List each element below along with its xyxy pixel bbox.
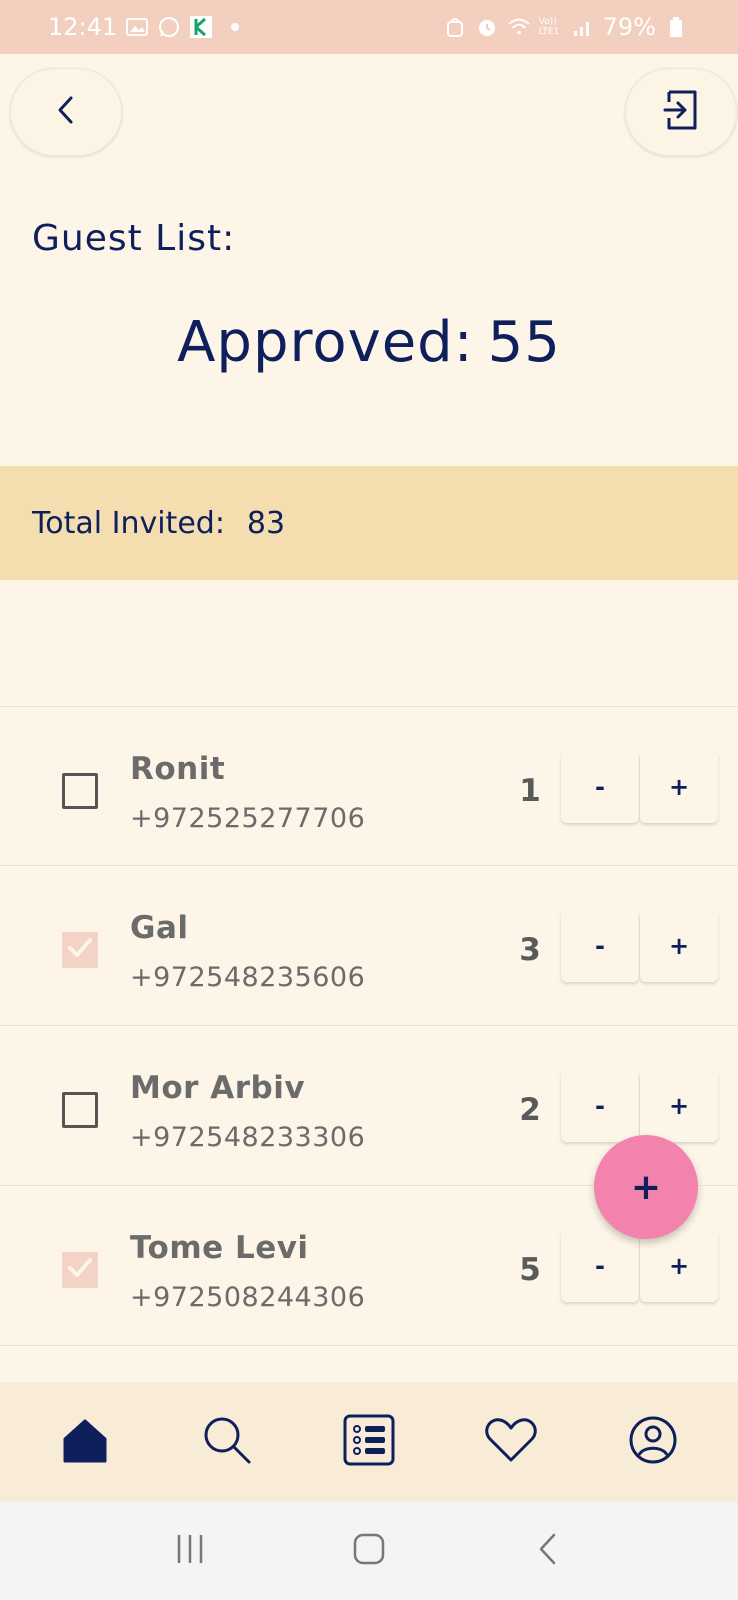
bottom-nav: [0, 1382, 738, 1502]
increment-button[interactable]: +: [640, 1230, 718, 1302]
guest-name: Tome Levi: [130, 1230, 309, 1266]
guest-checkbox[interactable]: [62, 773, 98, 809]
nav-search[interactable]: [192, 1407, 262, 1477]
app-k-icon: [189, 15, 213, 39]
home-icon: [61, 1417, 109, 1467]
nav-profile[interactable]: [618, 1407, 688, 1477]
increment-button[interactable]: +: [640, 1070, 718, 1142]
increment-button[interactable]: +: [640, 910, 718, 982]
total-invited-label: Total Invited:: [32, 505, 225, 541]
guest-phone: +972508244306: [130, 1282, 366, 1313]
whatsapp-icon: [157, 15, 181, 39]
add-guest-button[interactable]: +: [594, 1135, 698, 1239]
approved-label: Approved:: [177, 310, 474, 375]
status-bar: 12:41 Vo)) LTE1 79%: [0, 0, 738, 54]
guest-phone: +972525277706: [130, 803, 366, 834]
profile-icon: [628, 1415, 678, 1469]
nav-favorites[interactable]: [476, 1407, 546, 1477]
guest-count: 5: [519, 1252, 541, 1288]
guest-name: Mor Arbiv: [130, 1070, 306, 1106]
search-icon: [201, 1414, 253, 1470]
list-icon: [343, 1414, 395, 1470]
status-left: 12:41: [48, 13, 240, 41]
gallery-icon: [125, 15, 149, 39]
notification-dot: [231, 23, 240, 31]
recent-apps-icon: [173, 1532, 207, 1570]
sync-icon: [443, 15, 467, 39]
guest-count: 1: [519, 773, 541, 809]
nav-home[interactable]: [50, 1407, 120, 1477]
chevron-left-icon: [56, 95, 76, 129]
guest-row: Ronit +972525277706 1 - +: [0, 706, 738, 866]
status-time: 12:41: [48, 13, 118, 41]
decrement-button[interactable]: -: [561, 910, 639, 982]
system-nav: [0, 1502, 738, 1600]
status-right: Vo)) LTE1 79%: [443, 13, 688, 41]
increment-button[interactable]: +: [640, 751, 718, 823]
guest-row: Gal +972548235606 3 - +: [0, 866, 738, 1026]
checkmark-icon: [67, 1257, 93, 1283]
home-button[interactable]: [339, 1521, 399, 1581]
battery-icon: [664, 15, 688, 39]
signal-icon: [571, 15, 595, 39]
decrement-button[interactable]: -: [561, 751, 639, 823]
guest-count: 2: [519, 1092, 541, 1128]
checkmark-icon: [67, 937, 93, 963]
decrement-button[interactable]: -: [561, 1070, 639, 1142]
network-type: Vo)) LTE1: [538, 17, 560, 37]
guest-phone: +972548233306: [130, 1122, 366, 1153]
alarm-icon: [475, 15, 499, 39]
logout-button[interactable]: [625, 68, 737, 156]
recent-apps-button[interactable]: [160, 1521, 220, 1581]
guest-name: Ronit: [130, 751, 226, 787]
guest-list: Ronit +972525277706 1 - + Gal +972548235…: [0, 706, 738, 1346]
system-back-button[interactable]: [518, 1521, 578, 1581]
logout-icon: [661, 88, 701, 136]
total-invited-count: 83: [246, 505, 286, 541]
guest-checkbox[interactable]: [62, 932, 98, 968]
heart-icon: [484, 1416, 538, 1468]
page-title: Guest List:: [32, 218, 236, 259]
approved-count: 55: [487, 310, 561, 375]
guest-count: 3: [519, 932, 541, 968]
approved-summary: Approved: 55: [0, 310, 738, 375]
total-invited-band: Total Invited: 83: [0, 466, 738, 580]
guest-name: Gal: [130, 910, 189, 946]
guest-phone: +972548235606: [130, 962, 366, 993]
back-button[interactable]: [10, 68, 122, 156]
home-square-icon: [352, 1532, 386, 1570]
decrement-button[interactable]: -: [561, 1230, 639, 1302]
chevron-left-icon: [536, 1532, 560, 1570]
nav-list[interactable]: [334, 1407, 404, 1477]
guest-checkbox[interactable]: [62, 1252, 98, 1288]
wifi-icon: [507, 15, 531, 39]
battery-percent: 79%: [602, 13, 656, 41]
guest-checkbox[interactable]: [62, 1092, 98, 1128]
